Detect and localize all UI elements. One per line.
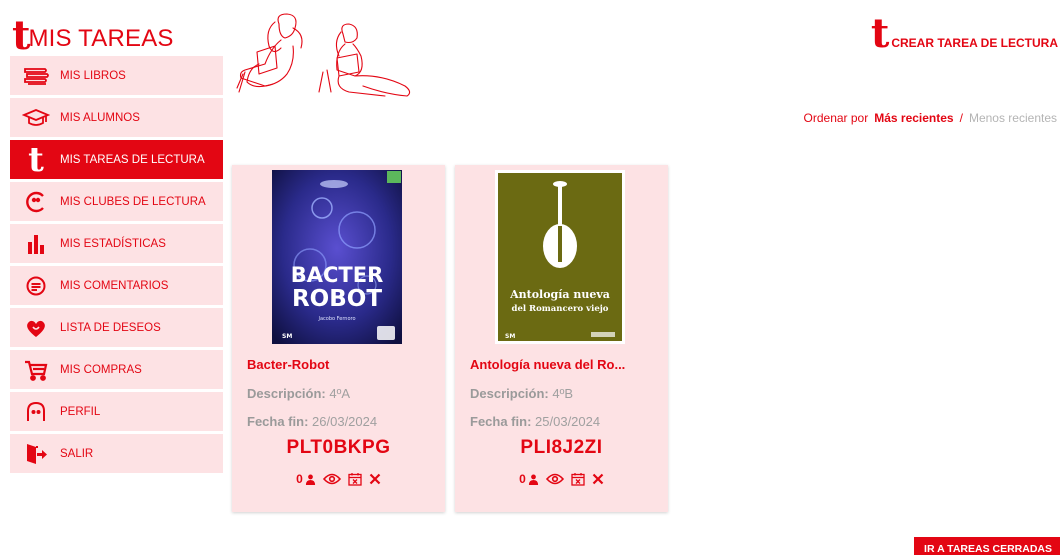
cover-line-2: del Romancero viejo bbox=[512, 304, 609, 314]
sidebar: MIS LIBROS MIS ALUMNOS t MIS TAREAS DE L… bbox=[10, 56, 223, 476]
sort-prefix: Ordenar por bbox=[803, 111, 869, 125]
students-count-value: 0 bbox=[519, 472, 526, 486]
t-logo-icon: t bbox=[870, 10, 890, 57]
sort-separator: / bbox=[959, 111, 963, 125]
heart-icon bbox=[22, 316, 50, 340]
sidebar-item-mis-estadisticas[interactable]: MIS ESTADÍSTICAS bbox=[10, 224, 223, 263]
date-value: 25/03/2024 bbox=[535, 414, 601, 429]
cover-author: Jacobo Fernoro bbox=[317, 316, 355, 322]
go-to-closed-tasks-button[interactable]: IR A TAREAS CERRADAS bbox=[914, 537, 1060, 555]
task-title[interactable]: Antología nueva del Ro... bbox=[470, 357, 625, 372]
cover-publisher: SM bbox=[505, 333, 515, 340]
brand-header: t MIS TAREAS bbox=[12, 16, 174, 56]
comment-icon bbox=[22, 274, 50, 298]
task-card: Antología nueva del Romancero viejo SM A… bbox=[455, 165, 668, 512]
t-logo-icon: t bbox=[28, 139, 44, 180]
sidebar-item-label: MIS CLUBES DE LECTURA bbox=[60, 195, 206, 208]
task-card: BACTER ROBOT Jacobo Fernoro SM Bacter-Ro… bbox=[232, 165, 445, 512]
task-end-date: Fecha fin: 25/03/2024 bbox=[470, 414, 600, 429]
sidebar-item-label: LISTA DE DESEOS bbox=[60, 321, 161, 334]
cart-icon bbox=[22, 358, 50, 382]
sidebar-item-label: MIS COMENTARIOS bbox=[60, 279, 169, 292]
student-icon bbox=[528, 474, 538, 485]
description-value: 4ºA bbox=[329, 386, 351, 401]
page-title: MIS TAREAS bbox=[28, 25, 174, 52]
task-actions: 0 bbox=[455, 472, 668, 486]
create-task-button[interactable]: t CREAR TAREA DE LECTURA bbox=[871, 14, 1058, 54]
sidebar-item-mis-compras[interactable]: MIS COMPRAS bbox=[10, 350, 223, 389]
readers-illustration bbox=[235, 12, 417, 105]
books-icon bbox=[22, 64, 50, 88]
sidebar-item-label: MIS TAREAS DE LECTURA bbox=[60, 153, 205, 166]
view-icon[interactable] bbox=[322, 473, 341, 485]
cover-publisher: SM bbox=[282, 333, 292, 340]
sort-controls: Ordenar por Más recientes / Menos recien… bbox=[804, 111, 1057, 125]
description-key: Descripción: bbox=[470, 386, 549, 401]
students-count-value: 0 bbox=[296, 472, 303, 486]
date-value: 26/03/2024 bbox=[312, 414, 378, 429]
book-cover[interactable]: BACTER ROBOT Jacobo Fernoro SM bbox=[272, 170, 402, 344]
sidebar-item-perfil[interactable]: PERFIL bbox=[10, 392, 223, 431]
sidebar-item-mis-tareas-de-lectura[interactable]: t MIS TAREAS DE LECTURA bbox=[10, 140, 223, 179]
students-count[interactable]: 0 bbox=[519, 472, 539, 486]
task-actions: 0 bbox=[232, 472, 445, 486]
sidebar-item-salir[interactable]: SALIR bbox=[10, 434, 223, 473]
create-task-label: CREAR TAREA DE LECTURA bbox=[891, 36, 1058, 50]
date-key: Fecha fin: bbox=[247, 414, 309, 429]
sidebar-item-label: SALIR bbox=[60, 447, 94, 460]
students-count[interactable]: 0 bbox=[296, 472, 316, 486]
sidebar-item-label: MIS COMPRAS bbox=[60, 363, 142, 376]
cover-line-2: ROBOT bbox=[292, 286, 382, 312]
graduation-cap-icon bbox=[22, 106, 50, 130]
profile-icon bbox=[22, 400, 50, 424]
cover-line-1: BACTER bbox=[291, 263, 384, 287]
cover-line-1: Antología nueva bbox=[509, 288, 610, 301]
sidebar-item-mis-alumnos[interactable]: MIS ALUMNOS bbox=[10, 98, 223, 137]
sort-least-recent[interactable]: Menos recientes bbox=[969, 111, 1057, 125]
task-title[interactable]: Bacter-Robot bbox=[247, 357, 329, 372]
calendar-delete-icon[interactable] bbox=[571, 472, 585, 486]
sidebar-item-mis-comentarios[interactable]: MIS COMENTARIOS bbox=[10, 266, 223, 305]
sidebar-item-label: PERFIL bbox=[60, 405, 101, 418]
club-icon bbox=[22, 190, 50, 214]
task-description: Descripción: 4ºA bbox=[247, 386, 350, 401]
task-code: PLI8J2ZI bbox=[520, 437, 603, 458]
sidebar-item-label: MIS ALUMNOS bbox=[60, 111, 140, 124]
sidebar-item-lista-de-deseos[interactable]: LISTA DE DESEOS bbox=[10, 308, 223, 347]
student-icon bbox=[305, 474, 315, 485]
sidebar-item-mis-clubes-de-lectura[interactable]: MIS CLUBES DE LECTURA bbox=[10, 182, 223, 221]
description-value: 4ºB bbox=[552, 386, 574, 401]
date-key: Fecha fin: bbox=[470, 414, 532, 429]
exit-icon bbox=[22, 442, 50, 466]
book-cover[interactable]: Antología nueva del Romancero viejo SM bbox=[495, 170, 625, 344]
task-end-date: Fecha fin: 26/03/2024 bbox=[247, 414, 377, 429]
task-description: Descripción: 4ºB bbox=[470, 386, 573, 401]
calendar-delete-icon[interactable] bbox=[348, 472, 362, 486]
task-code: PLT0BKPG bbox=[286, 437, 391, 458]
sidebar-item-label: MIS LIBROS bbox=[60, 69, 126, 82]
bar-stats-icon bbox=[22, 232, 50, 256]
new-badge-icon bbox=[387, 171, 401, 183]
sort-most-recent[interactable]: Más recientes bbox=[874, 111, 953, 125]
sidebar-item-label: MIS ESTADÍSTICAS bbox=[60, 237, 166, 250]
sidebar-item-mis-libros[interactable]: MIS LIBROS bbox=[10, 56, 223, 95]
close-icon[interactable] bbox=[369, 473, 381, 485]
close-icon[interactable] bbox=[592, 473, 604, 485]
view-icon[interactable] bbox=[545, 473, 564, 485]
description-key: Descripción: bbox=[247, 386, 326, 401]
